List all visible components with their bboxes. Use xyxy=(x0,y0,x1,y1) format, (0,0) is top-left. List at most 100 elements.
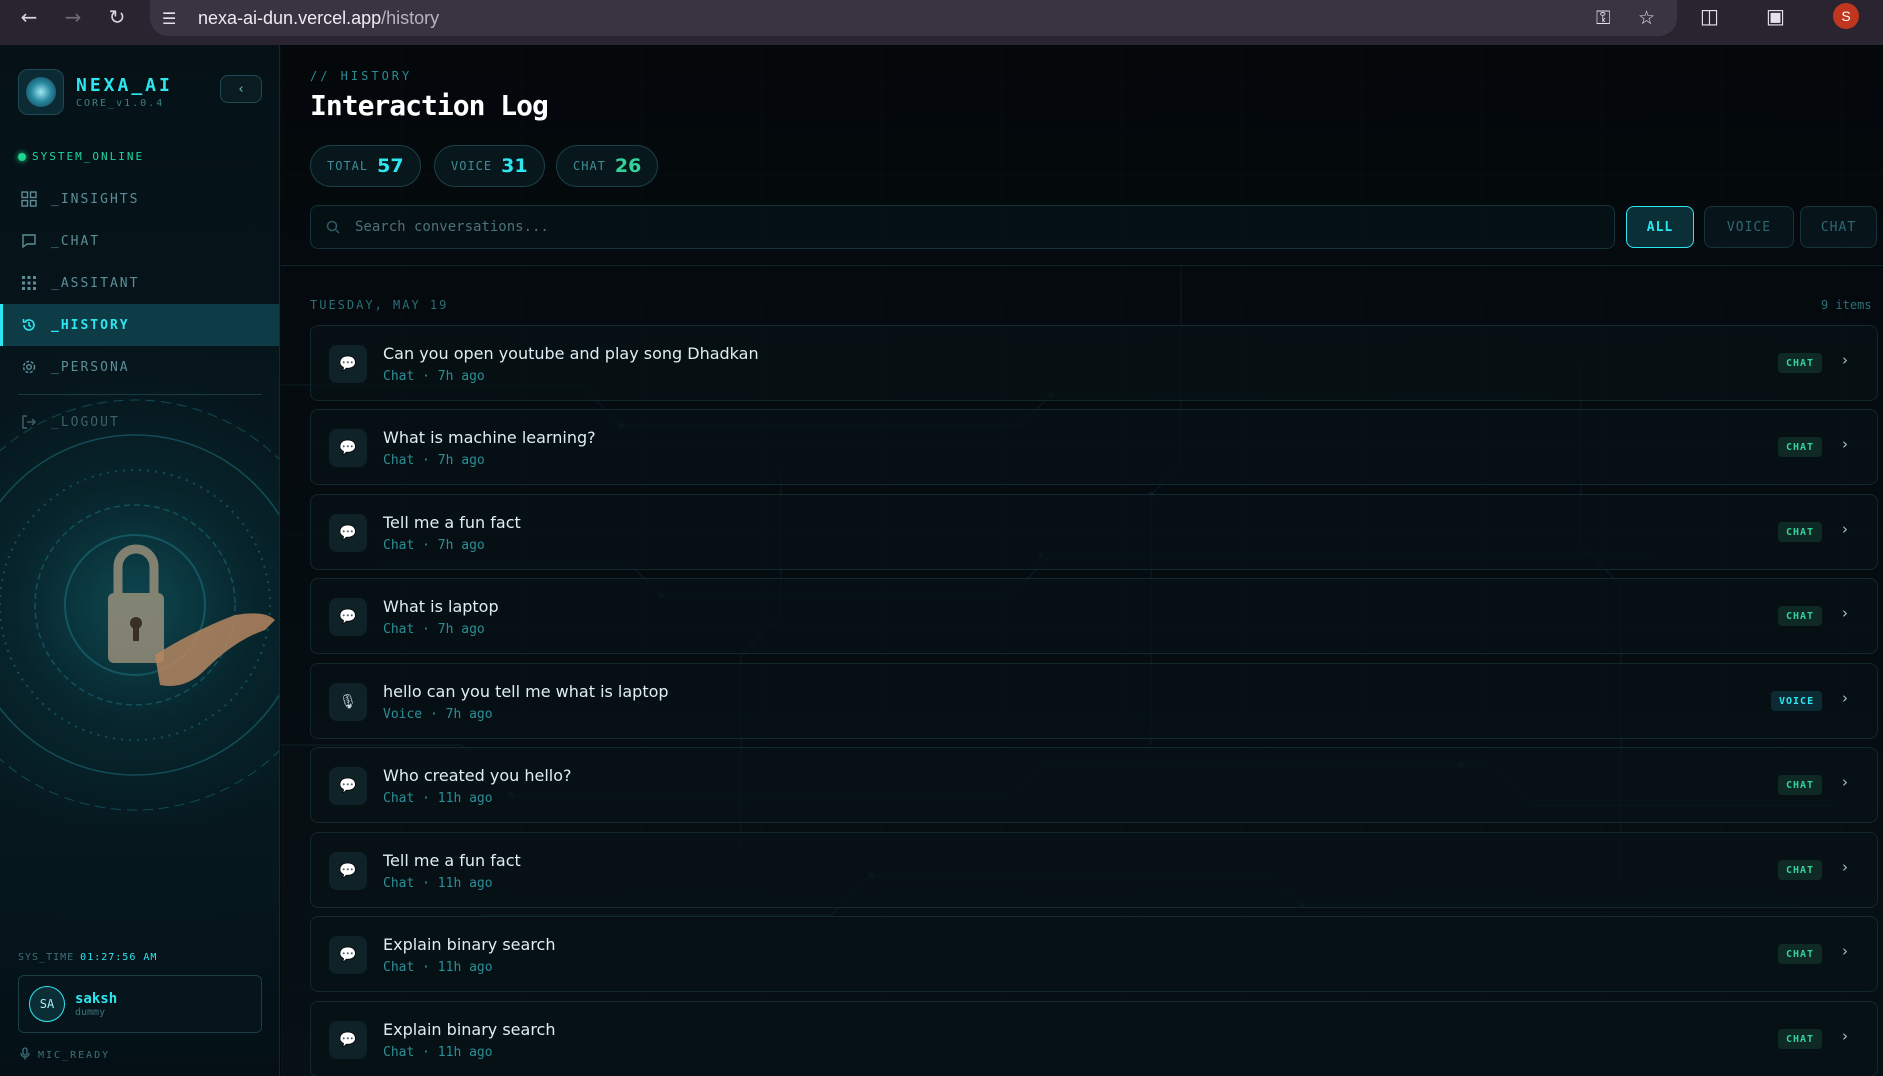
mic-status-text: MIC_READY xyxy=(38,1049,111,1061)
history-row[interactable]: 💬 Tell me a fun fact Chat · 7h ago CHAT … xyxy=(310,494,1878,570)
row-meta: Chat · 11h ago xyxy=(383,791,493,806)
stat-label: VOICE xyxy=(451,159,493,173)
address-bar[interactable]: ☰ nexa-ai-dun.vercel.app/history ⚿ ☆ xyxy=(150,0,1677,36)
type-badge: CHAT xyxy=(1778,1029,1823,1049)
chevron-right-icon[interactable]: › xyxy=(1842,858,1848,876)
systime-value: 01:27:56 AM xyxy=(80,952,158,963)
type-badge: CHAT xyxy=(1778,775,1823,795)
reload-icon[interactable]: ↻ xyxy=(100,0,134,34)
row-title: Tell me a fun fact xyxy=(383,851,521,870)
row-title: Can you open youtube and play song Dhadk… xyxy=(383,344,759,363)
chat-bubble-icon: 💬 xyxy=(329,598,367,636)
chevron-right-icon[interactable]: › xyxy=(1842,942,1848,960)
filter-all-button[interactable]: ALL xyxy=(1626,206,1694,248)
row-meta: Voice · 7h ago xyxy=(383,707,493,722)
brand-name: NEXA_AI xyxy=(76,75,173,96)
user-card[interactable]: SA saksh dummy xyxy=(18,975,262,1033)
stat-label: CHAT xyxy=(573,159,606,173)
chevron-right-icon[interactable]: › xyxy=(1842,520,1848,538)
history-row[interactable]: 💬 Tell me a fun fact Chat · 11h ago CHAT… xyxy=(310,832,1878,908)
grid-icon xyxy=(20,190,38,208)
logout-icon xyxy=(20,413,38,431)
bookmark-star-icon[interactable]: ☆ xyxy=(1638,7,1655,29)
filter-chat-button[interactable]: CHAT xyxy=(1800,206,1877,248)
back-arrow-icon[interactable]: ← xyxy=(12,0,46,34)
sidebar-menu: _INSIGHTS _CHAT _ASSITANT _HISTORY _PERS… xyxy=(0,178,279,443)
row-title: What is laptop xyxy=(383,597,499,616)
url-host: nexa-ai-dun.vercel.app xyxy=(198,7,382,28)
history-row[interactable]: 💬 Explain binary search Chat · 11h ago C… xyxy=(310,916,1878,992)
sidebar-item-label: _HISTORY xyxy=(51,317,130,333)
sidebar-item-label: _ASSITANT xyxy=(51,275,140,291)
user-role: dummy xyxy=(75,1006,106,1018)
gear-icon xyxy=(20,358,38,376)
chevron-right-icon[interactable]: › xyxy=(1842,604,1848,622)
type-badge: CHAT xyxy=(1778,944,1823,964)
brand[interactable]: NEXA_AI CORE_v1.0.4 xyxy=(18,69,173,115)
search-icon xyxy=(325,218,343,236)
forward-arrow-icon[interactable]: → xyxy=(56,0,90,34)
chat-bubble-icon: 💬 xyxy=(329,767,367,805)
chat-bubble-icon: 💬 xyxy=(329,936,367,974)
sidebar-item-label: _PERSONA xyxy=(51,359,130,375)
row-meta: Chat · 7h ago xyxy=(383,538,485,553)
filter-voice-button[interactable]: VOICE xyxy=(1704,206,1794,248)
date-group-header: TUESDAY, MAY 19 xyxy=(310,298,449,312)
stat-value: 26 xyxy=(614,155,642,177)
profile-avatar[interactable]: S xyxy=(1833,3,1859,29)
history-row[interactable]: 💬 What is laptop Chat · 7h ago CHAT › xyxy=(310,578,1878,654)
site-settings-icon[interactable]: ☰ xyxy=(162,9,188,28)
chevron-right-icon[interactable]: › xyxy=(1842,1027,1848,1045)
chevron-right-icon[interactable]: › xyxy=(1842,689,1848,707)
sidebar-item-history[interactable]: _HISTORY xyxy=(0,304,279,346)
browser-toolbar: ← → ↻ ☰ nexa-ai-dun.vercel.app/history ⚿… xyxy=(0,0,1883,45)
logo-icon xyxy=(18,69,64,115)
sidebar-item-assistant[interactable]: _ASSITANT xyxy=(0,262,279,304)
tab-search-icon[interactable]: ▣ xyxy=(1766,4,1785,28)
row-meta: Chat · 7h ago xyxy=(383,622,485,637)
history-row[interactable]: 💬 Can you open youtube and play song Dha… xyxy=(310,325,1878,401)
stat-chat: CHAT 26 xyxy=(556,145,659,187)
stat-total: TOTAL 57 xyxy=(310,145,421,187)
key-icon[interactable]: ⚿ xyxy=(1596,7,1610,29)
type-badge: CHAT xyxy=(1778,437,1823,457)
user-name: saksh xyxy=(75,990,118,1007)
stat-label: TOTAL xyxy=(327,159,369,173)
sidebar-item-persona[interactable]: _PERSONA xyxy=(0,346,279,388)
url-text[interactable]: nexa-ai-dun.vercel.app/history xyxy=(198,8,439,29)
chat-bubble-icon: 💬 xyxy=(329,345,367,383)
sidebar-item-label: _CHAT xyxy=(51,233,101,249)
status-dot-icon xyxy=(18,152,26,161)
type-badge: CHAT xyxy=(1778,353,1823,373)
history-row[interactable]: 💬 Who created you hello? Chat · 11h ago … xyxy=(310,747,1878,823)
divider xyxy=(281,265,1883,266)
sidebar-item-chat[interactable]: _CHAT xyxy=(0,220,279,262)
row-title: hello can you tell me what is laptop xyxy=(383,682,669,701)
status-text: SYSTEM_ONLINE xyxy=(32,150,145,163)
type-badge: CHAT xyxy=(1778,860,1823,880)
row-title: Explain binary search xyxy=(383,1020,556,1039)
chat-bubble-icon: 💬 xyxy=(329,514,367,552)
search-bar xyxy=(310,205,1615,249)
sidebar-item-logout[interactable]: _LOGOUT xyxy=(0,401,279,443)
extensions-icon[interactable]: ◫ xyxy=(1700,4,1719,28)
lock-circuit-illustration xyxy=(0,399,279,811)
sidebar-item-insights[interactable]: _INSIGHTS xyxy=(0,178,279,220)
history-row[interactable]: 💬 Explain binary search Chat · 11h ago C… xyxy=(310,1001,1878,1076)
mic-status: MIC_READY xyxy=(20,1047,110,1063)
chevron-right-icon[interactable]: › xyxy=(1842,351,1848,369)
search-input[interactable] xyxy=(355,219,1555,235)
collapse-sidebar-button[interactable]: ‹ xyxy=(220,75,262,103)
chevron-right-icon[interactable]: › xyxy=(1842,773,1848,791)
stat-voice: VOICE 31 xyxy=(434,145,545,187)
chat-bubble-icon: 💬 xyxy=(329,429,367,467)
row-meta: Chat · 11h ago xyxy=(383,960,493,975)
brand-version: CORE_v1.0.4 xyxy=(76,98,165,109)
chevron-right-icon[interactable]: › xyxy=(1842,435,1848,453)
history-row[interactable]: 🎙 hello can you tell me what is laptop V… xyxy=(310,663,1878,739)
sidebar-item-label: _INSIGHTS xyxy=(51,191,140,207)
microphone-icon: 🎙 xyxy=(329,683,367,721)
type-badge: VOICE xyxy=(1771,691,1823,711)
row-meta: Chat · 11h ago xyxy=(383,1045,493,1060)
history-row[interactable]: 💬 What is machine learning? Chat · 7h ag… xyxy=(310,409,1878,485)
